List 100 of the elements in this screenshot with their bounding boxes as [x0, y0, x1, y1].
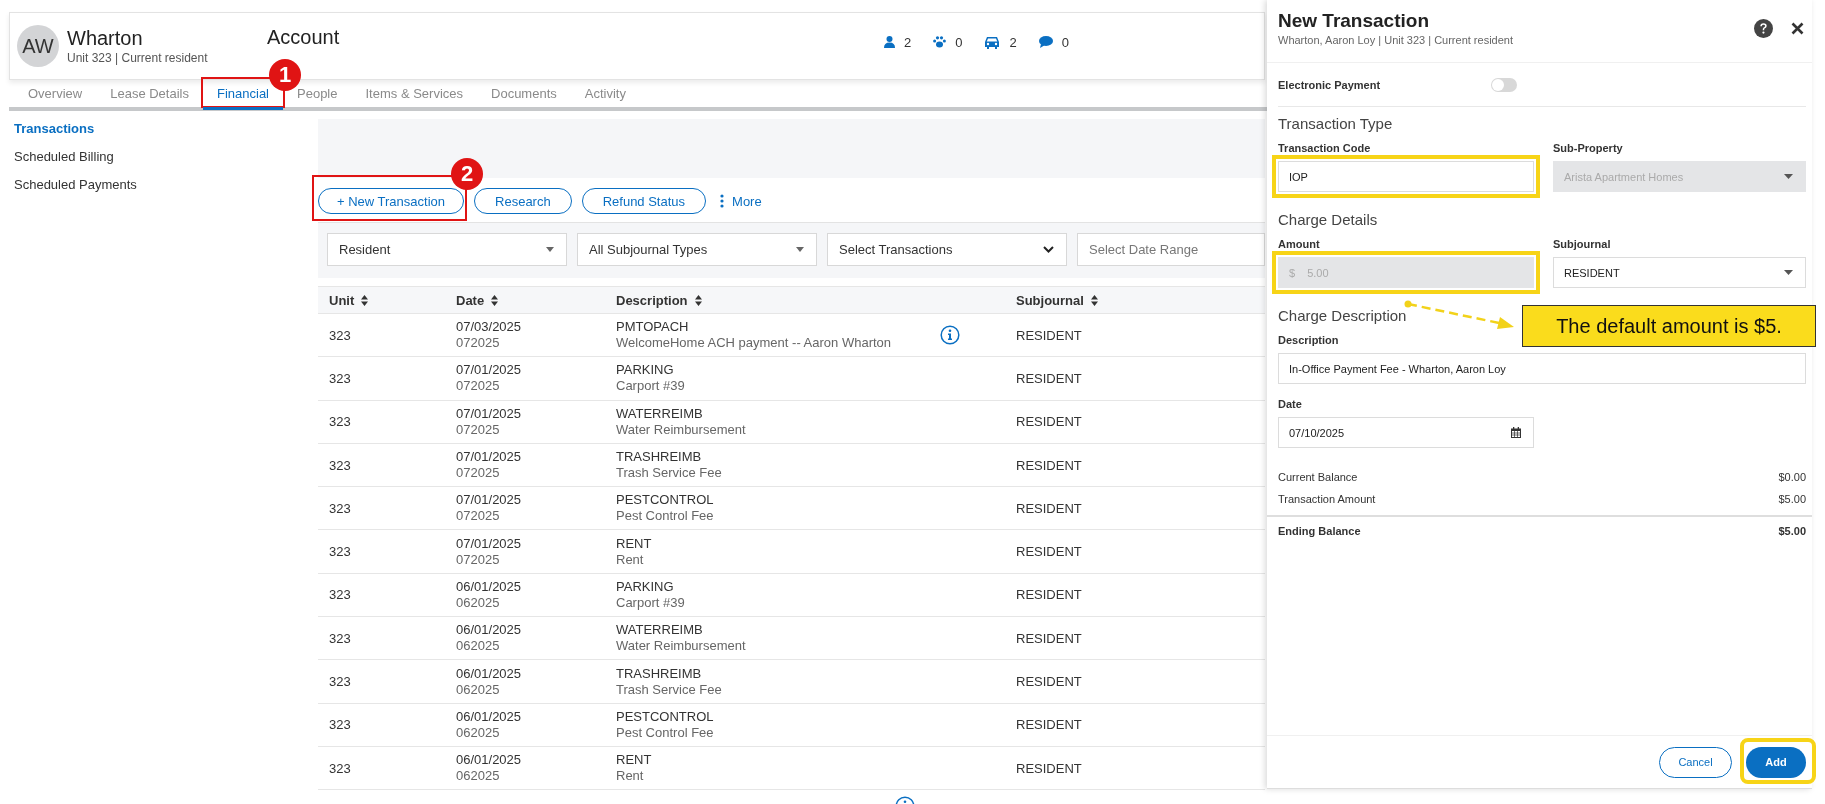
- caret-icon: [1784, 270, 1793, 275]
- count-value: 2: [904, 34, 912, 50]
- sort-icon[interactable]: [491, 294, 499, 306]
- section-heading: Transaction Type: [1278, 115, 1393, 133]
- table-cell-text: 07/01/2025 072025: [455, 448, 523, 483]
- table-cell-text: 07/01/2025 072025: [455, 361, 523, 396]
- table-cell-text: WATERREIMB Water Reimbursement: [615, 404, 747, 439]
- table-cell: RESIDENT: [1016, 717, 1082, 733]
- table-cell-text: 06/01/2025 062025: [455, 621, 523, 656]
- callout-note: The default amount is $5.: [1522, 305, 1816, 347]
- table-cell: 323: [329, 500, 351, 516]
- cancel-button[interactable]: Cancel: [1659, 746, 1732, 778]
- table-cell: RESIDENT: [1016, 544, 1082, 560]
- tab[interactable]: Documents: [477, 79, 571, 110]
- table-cell-text: PARKING Carport #39: [615, 361, 686, 396]
- field-label: Description: [1278, 333, 1340, 347]
- summary-value: $0.00: [1778, 470, 1806, 485]
- table-cell: 323: [329, 760, 351, 776]
- table-cell-text: 06/01/2025 062025: [455, 707, 523, 742]
- filter-field[interactable]: All Subjournal Types: [577, 233, 817, 266]
- help-icon[interactable]: [1754, 18, 1773, 38]
- table-cell: 323: [329, 457, 351, 473]
- page-title: Account: [267, 25, 341, 49]
- kebab-icon: [720, 194, 725, 208]
- input-field[interactable]: In-Office Payment Fee - Wharton, Aaron Loy: [1278, 353, 1806, 384]
- table-cell: 323: [329, 370, 351, 386]
- field-label: Transaction Code: [1278, 141, 1372, 155]
- action-button[interactable]: + New Transaction: [318, 188, 465, 214]
- caret-icon: [546, 247, 554, 252]
- column-header[interactable]: Subjournal: [1005, 287, 1265, 313]
- count-value: 0: [955, 34, 963, 50]
- info-icon[interactable]: [940, 325, 960, 346]
- action-button[interactable]: Research: [474, 188, 572, 214]
- more-button[interactable]: More: [716, 193, 762, 209]
- table-cell: RESIDENT: [1016, 674, 1082, 689]
- filter-field[interactable]: Resident: [327, 233, 567, 266]
- table-cell: 323: [329, 717, 351, 733]
- sidebar-item[interactable]: Transactions: [14, 115, 95, 143]
- select-field[interactable]: RESIDENT: [1553, 257, 1806, 288]
- count-value: 2: [1009, 34, 1017, 50]
- chevron-down-icon: [1043, 246, 1054, 253]
- table-cell: 323: [329, 544, 351, 560]
- table-cell: 323: [329, 414, 351, 430]
- table-cell-text: 07/01/2025 072025: [455, 491, 523, 526]
- table-cell: RESIDENT: [1016, 630, 1082, 646]
- column-header[interactable]: Date: [445, 287, 605, 313]
- chat-bubble-icon: [1038, 36, 1053, 48]
- table-cell-text: PARKING Carport #39: [615, 577, 686, 612]
- resident-name: Wharton: [67, 27, 144, 49]
- sidebar-item[interactable]: Scheduled Billing: [14, 143, 114, 171]
- section-heading: Charge Details: [1278, 211, 1378, 229]
- sort-icon[interactable]: [694, 294, 702, 306]
- table-cell: RESIDENT: [1016, 370, 1082, 386]
- close-icon[interactable]: [1791, 21, 1804, 35]
- summary-label: Transaction Amount: [1278, 492, 1376, 507]
- toggle-switch[interactable]: [1491, 77, 1517, 92]
- table-cell: 323: [329, 587, 351, 603]
- caret-icon: [1784, 174, 1793, 179]
- summary-label: Ending Balance: [1278, 524, 1361, 539]
- table-cell: 323: [329, 630, 351, 646]
- sort-icon[interactable]: [361, 294, 369, 306]
- table-cell-text: 06/01/2025 062025: [455, 664, 523, 699]
- tab[interactable]: Lease Details: [96, 79, 203, 110]
- column-header[interactable]: Unit: [318, 287, 445, 313]
- column-header[interactable]: Description: [605, 287, 1005, 313]
- table-cell-text: 07/01/2025 072025: [455, 404, 523, 439]
- summary-value: $5.00: [1778, 524, 1806, 539]
- caret-icon: [796, 247, 804, 252]
- table-cell: RESIDENT: [1016, 327, 1082, 343]
- calendar-icon: [1511, 427, 1521, 438]
- field-label: Subjournal: [1553, 237, 1612, 251]
- date-field[interactable]: 07/10/2025: [1278, 417, 1534, 448]
- input-field[interactable]: IOP: [1278, 161, 1534, 192]
- summary-label: Current Balance: [1278, 470, 1358, 485]
- field-label: Sub-Property: [1553, 141, 1624, 155]
- table-cell-text: WATERREIMB Water Reimbursement: [615, 621, 747, 656]
- filter-field[interactable]: Select Transactions: [827, 233, 1067, 266]
- person-icon: [884, 36, 895, 48]
- summary-value: $5.00: [1778, 492, 1806, 507]
- table-cell-text: 07/01/2025 072025: [455, 534, 523, 569]
- tab[interactable]: Items & Services: [351, 79, 477, 110]
- resident-subtitle: Unit 323 | Current resident: [67, 51, 209, 65]
- car-icon: [984, 35, 1001, 49]
- table-cell-text: PESTCONTROL Pest Control Fee: [615, 707, 715, 742]
- action-button[interactable]: Refund Status: [581, 188, 707, 214]
- table-cell: 323: [329, 327, 351, 343]
- add-button[interactable]: Add: [1746, 746, 1806, 778]
- paw-icon: [933, 36, 947, 48]
- table-cell-text: 07/03/2025 072025: [455, 318, 523, 353]
- count-value: 0: [1061, 34, 1069, 50]
- table-cell-text: RENT Rent: [615, 751, 653, 786]
- tab[interactable]: Activity: [570, 79, 640, 110]
- tab[interactable]: Overview: [14, 79, 97, 110]
- avatar: AW: [17, 25, 59, 67]
- sidebar-item[interactable]: Scheduled Payments: [14, 171, 137, 199]
- table-cell-text: TRASHREIMB Trash Service Fee: [615, 664, 723, 699]
- table-cell-text: TRASHREIMB Trash Service Fee: [615, 448, 723, 483]
- filter-field[interactable]: Select Date Range: [1077, 233, 1265, 266]
- table-cell-text: RENT Rent: [615, 534, 653, 569]
- sort-icon[interactable]: [1090, 294, 1098, 306]
